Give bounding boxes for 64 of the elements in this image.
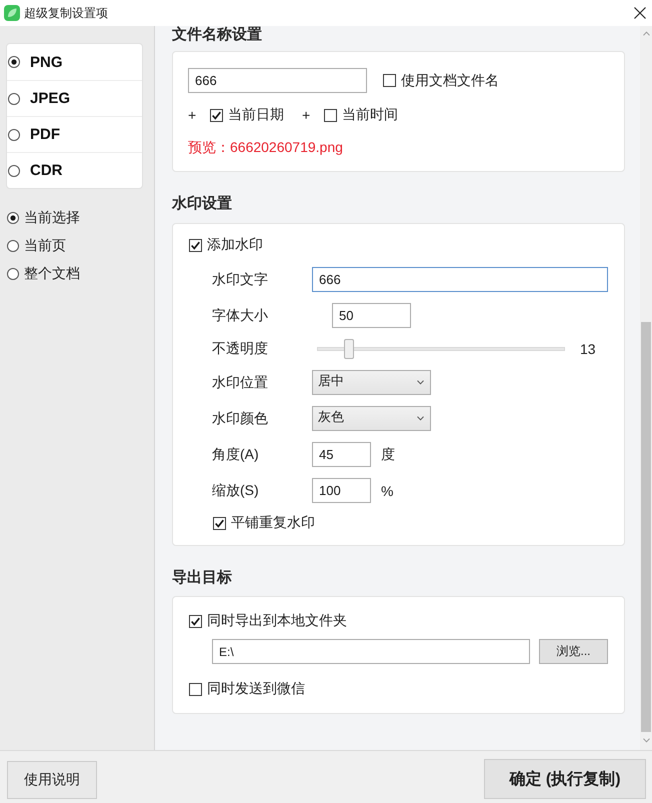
checkbox-icon[interactable] <box>213 516 226 530</box>
field-label: 角度(A) <box>212 446 259 462</box>
slider-thumb[interactable] <box>344 339 354 359</box>
plus-sign: + <box>188 107 196 123</box>
format-option[interactable]: PDF <box>7 116 142 152</box>
checkbox-icon[interactable] <box>189 238 202 252</box>
dropdown[interactable]: 居中 <box>312 370 431 395</box>
number-input[interactable]: 45 <box>312 442 371 467</box>
confirm-button[interactable]: 确定 (执行复制) <box>484 759 646 799</box>
folder-path-input[interactable]: E:\ <box>212 639 530 664</box>
section-title: 导出目标 <box>172 569 232 586</box>
checkbox-icon[interactable] <box>189 614 202 628</box>
format-option[interactable]: PNG <box>7 44 142 80</box>
checkbox-icon[interactable] <box>189 682 202 696</box>
filename-input[interactable]: 666 <box>188 68 367 93</box>
scrollbar-thumb[interactable] <box>641 322 651 732</box>
app-icon <box>4 5 20 21</box>
window-title: 超级复制设置项 <box>24 4 108 22</box>
radio-icon[interactable] <box>7 268 19 280</box>
slider-track[interactable] <box>317 339 565 359</box>
format-option[interactable]: JPEG <box>7 80 142 116</box>
add-watermark-checkbox[interactable]: 添加水印 <box>189 236 263 254</box>
field-label: 字体大小 <box>212 306 268 322</box>
caret-icon <box>417 380 424 385</box>
range-option[interactable]: 当前选择 <box>7 204 80 232</box>
unit-label: % <box>381 482 394 498</box>
suffix-checkbox[interactable]: 当前日期 <box>210 106 284 124</box>
number-input[interactable]: 50 <box>332 303 411 328</box>
radio-icon[interactable] <box>8 128 20 140</box>
slider-value: 13 <box>580 341 596 357</box>
radio-icon[interactable] <box>7 212 19 224</box>
close-icon[interactable] <box>634 7 646 19</box>
field-label: 不透明度 <box>212 340 268 356</box>
export-local-checkbox[interactable]: 同时导出到本地文件夹 <box>189 612 347 630</box>
radio-icon[interactable] <box>8 92 20 104</box>
plus-sign: + <box>302 107 310 123</box>
use-doc-name-checkbox[interactable]: 使用文档文件名 <box>383 72 499 90</box>
field-label: 水印颜色 <box>212 410 268 426</box>
field-label: 水印位置 <box>212 374 268 390</box>
unit-label: 度 <box>381 446 395 464</box>
browse-button[interactable]: 浏览... <box>539 639 608 664</box>
format-option[interactable]: CDR <box>7 152 142 188</box>
range-option[interactable]: 当前页 <box>7 232 66 260</box>
filename-preview: 预览：66620260719.png <box>188 138 343 156</box>
dropdown[interactable]: 灰色 <box>312 406 431 431</box>
radio-icon[interactable] <box>8 164 20 176</box>
help-button[interactable]: 使用说明 <box>7 761 97 799</box>
range-option[interactable]: 整个文档 <box>7 260 80 288</box>
tile-watermark-checkbox[interactable]: 平铺重复水印 <box>213 514 315 532</box>
section-title: 文件名称设置 <box>172 26 262 43</box>
checkbox-icon[interactable] <box>324 108 337 122</box>
radio-icon[interactable] <box>8 56 20 68</box>
radio-icon[interactable] <box>7 240 19 252</box>
checkbox-icon[interactable] <box>383 74 396 87</box>
caret-icon <box>417 416 424 421</box>
checkbox-icon[interactable] <box>210 108 223 122</box>
number-input[interactable]: 100 <box>312 478 371 503</box>
field-label: 水印文字 <box>212 270 268 286</box>
send-wechat-checkbox[interactable]: 同时发送到微信 <box>189 680 305 698</box>
field-label: 缩放(S) <box>212 482 259 498</box>
suffix-checkbox[interactable]: 当前时间 <box>324 106 398 124</box>
scrollbar-track[interactable] <box>640 26 652 750</box>
section-title: 水印设置 <box>172 195 232 212</box>
text-input[interactable]: 666 <box>312 267 608 292</box>
